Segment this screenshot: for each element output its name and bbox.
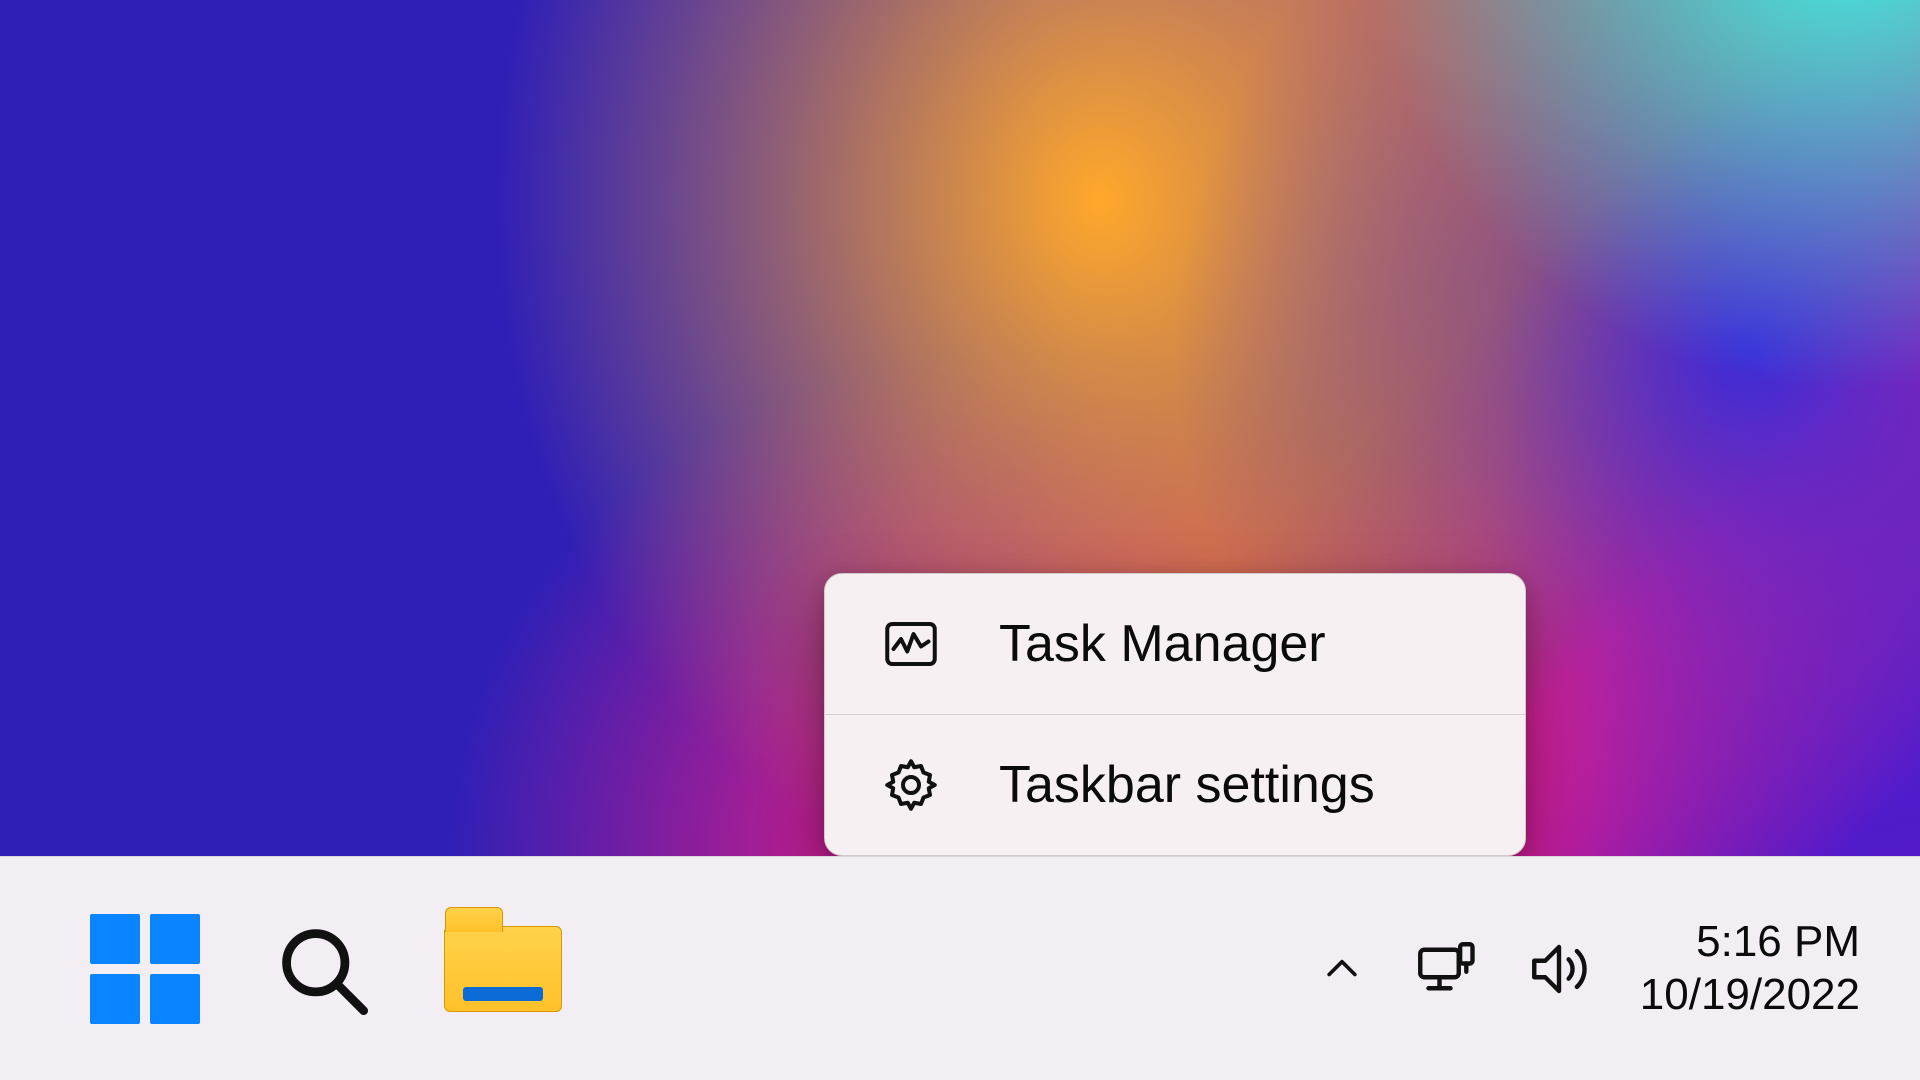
volume-icon <box>1526 936 1592 1002</box>
menu-item-label: Task Manager <box>999 614 1326 674</box>
gear-icon <box>881 755 941 815</box>
clock[interactable]: 5:16 PM 10/19/2022 <box>1640 916 1860 1022</box>
file-explorer-button[interactable] <box>444 926 562 1012</box>
tray-overflow-button[interactable] <box>1320 947 1364 991</box>
taskbar-pinned-area <box>0 914 562 1024</box>
taskbar-context-menu: Task Manager Taskbar settings <box>824 573 1526 856</box>
clock-date: 10/19/2022 <box>1640 969 1860 1022</box>
taskbar[interactable]: 5:16 PM 10/19/2022 <box>0 856 1920 1080</box>
menu-item-label: Taskbar settings <box>999 755 1375 815</box>
chevron-up-icon <box>1320 947 1364 991</box>
ethernet-icon <box>1412 936 1478 1002</box>
menu-item-task-manager[interactable]: Task Manager <box>825 574 1525 714</box>
start-button[interactable] <box>90 914 200 1024</box>
volume-button[interactable] <box>1526 936 1592 1002</box>
windows-logo-icon <box>90 914 200 1024</box>
search-button[interactable] <box>272 919 372 1019</box>
network-button[interactable] <box>1412 936 1478 1002</box>
system-tray: 5:16 PM 10/19/2022 <box>1320 857 1860 1080</box>
search-icon <box>272 919 372 1019</box>
menu-item-taskbar-settings[interactable]: Taskbar settings <box>825 715 1525 855</box>
clock-time: 5:16 PM <box>1696 916 1860 969</box>
folder-icon <box>444 926 562 1012</box>
task-manager-icon <box>881 614 941 674</box>
